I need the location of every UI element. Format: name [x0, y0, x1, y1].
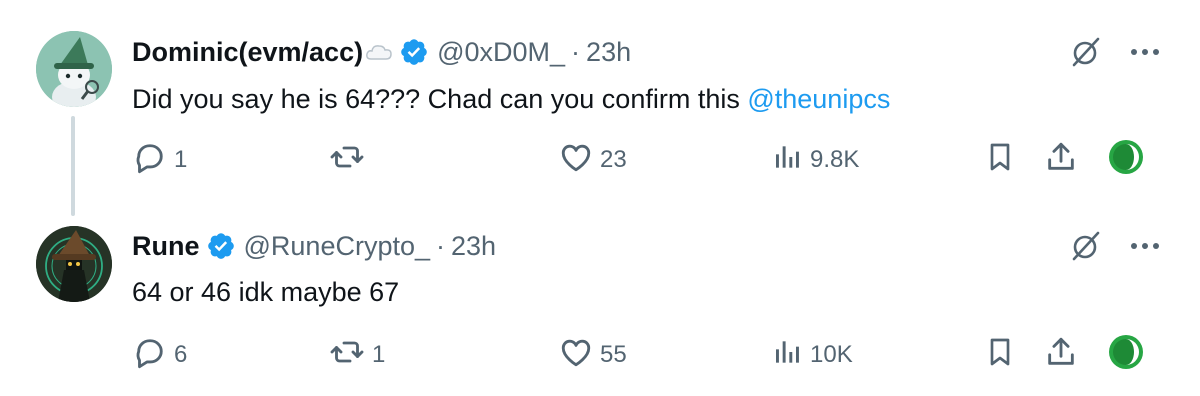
tweet-text: Did you say he is 64??? Chad can you con…	[132, 79, 890, 119]
like-button[interactable]: 55	[558, 335, 627, 375]
retweet-icon	[328, 139, 366, 182]
timestamp[interactable]: 23h	[451, 226, 496, 266]
like-button[interactable]: 23	[558, 140, 627, 180]
retweet-icon	[328, 334, 366, 377]
share-button[interactable]	[1044, 140, 1078, 180]
thread-connector-line	[71, 116, 75, 216]
reply-count: 6	[174, 341, 188, 368]
tweet-top-actions	[1068, 34, 1160, 70]
more-icon[interactable]	[1130, 48, 1160, 56]
views-button[interactable]: 10K	[772, 335, 853, 375]
reply-icon	[132, 139, 168, 182]
share-icon	[1044, 335, 1078, 376]
avatar[interactable]	[36, 31, 112, 107]
user-handle[interactable]: @0xD0M_	[437, 32, 565, 72]
tweet-body: Did you say he is 64??? Chad can you con…	[132, 84, 748, 114]
views-icon	[772, 141, 804, 180]
reply-count: 1	[174, 146, 188, 173]
like-count: 55	[600, 341, 627, 368]
reply-button[interactable]: 1	[132, 140, 187, 180]
avatar[interactable]	[36, 226, 112, 302]
tweet[interactable]: Dominic(evm/acc) @0xD0M_ · 23h Did you s…	[0, 0, 1200, 220]
bookmark-icon	[984, 335, 1016, 376]
views-button[interactable]: 9.8K	[772, 140, 859, 180]
views-icon	[772, 336, 804, 375]
timestamp[interactable]: 23h	[586, 32, 631, 72]
share-button[interactable]	[1044, 335, 1078, 375]
reply-button[interactable]: 6	[132, 335, 187, 375]
separator-dot: ·	[571, 37, 581, 67]
cloud-emoji-icon	[365, 41, 393, 63]
more-icon[interactable]	[1130, 242, 1160, 250]
share-icon	[1044, 140, 1078, 181]
tweet-header: Rune @RuneCrypto_ · 23h	[132, 226, 496, 266]
retweet-count: 1	[372, 341, 386, 368]
views-count: 10K	[810, 341, 853, 368]
grok-icon[interactable]	[1068, 34, 1104, 70]
bookmark-button[interactable]	[984, 335, 1016, 375]
grok-icon[interactable]	[1068, 228, 1104, 264]
reply-icon	[132, 334, 168, 377]
like-icon	[558, 334, 594, 377]
like-icon	[558, 139, 594, 182]
extension-icon	[1108, 334, 1144, 377]
separator-dot: ·	[436, 231, 445, 261]
views-count: 9.8K	[810, 146, 860, 173]
bookmark-icon	[984, 140, 1016, 181]
tweet-action-bar: 1 23 9.8K	[132, 139, 1152, 182]
user-handle[interactable]: @RuneCrypto_	[244, 226, 431, 266]
like-count: 23	[600, 146, 627, 173]
tweet[interactable]: Rune @RuneCrypto_ · 23h 64 or 46 idk may…	[0, 220, 1200, 396]
extension-button[interactable]	[1108, 139, 1144, 182]
verified-badge-icon[interactable]	[206, 231, 236, 261]
verified-badge-icon[interactable]	[399, 37, 429, 67]
display-name[interactable]: Rune	[132, 226, 200, 266]
extension-icon	[1108, 139, 1144, 182]
tweet-body: 64 or 46 idk maybe 67	[132, 277, 400, 307]
reply-thread: Dominic(evm/acc) @0xD0M_ · 23h Did you s…	[0, 0, 1200, 396]
retweet-button[interactable]: 1	[328, 335, 385, 375]
extension-button[interactable]	[1108, 334, 1144, 377]
tweet-text: 64 or 46 idk maybe 67	[132, 272, 399, 312]
retweet-button[interactable]	[328, 140, 372, 180]
tweet-top-actions	[1068, 228, 1160, 264]
mention-link[interactable]: @theunipcs	[747, 84, 890, 114]
tweet-action-bar: 6 1 55 10K	[132, 334, 1152, 377]
display-name[interactable]: Dominic(evm/acc)	[132, 32, 363, 72]
bookmark-button[interactable]	[984, 140, 1016, 180]
tweet-header: Dominic(evm/acc) @0xD0M_ · 23h	[132, 32, 631, 72]
